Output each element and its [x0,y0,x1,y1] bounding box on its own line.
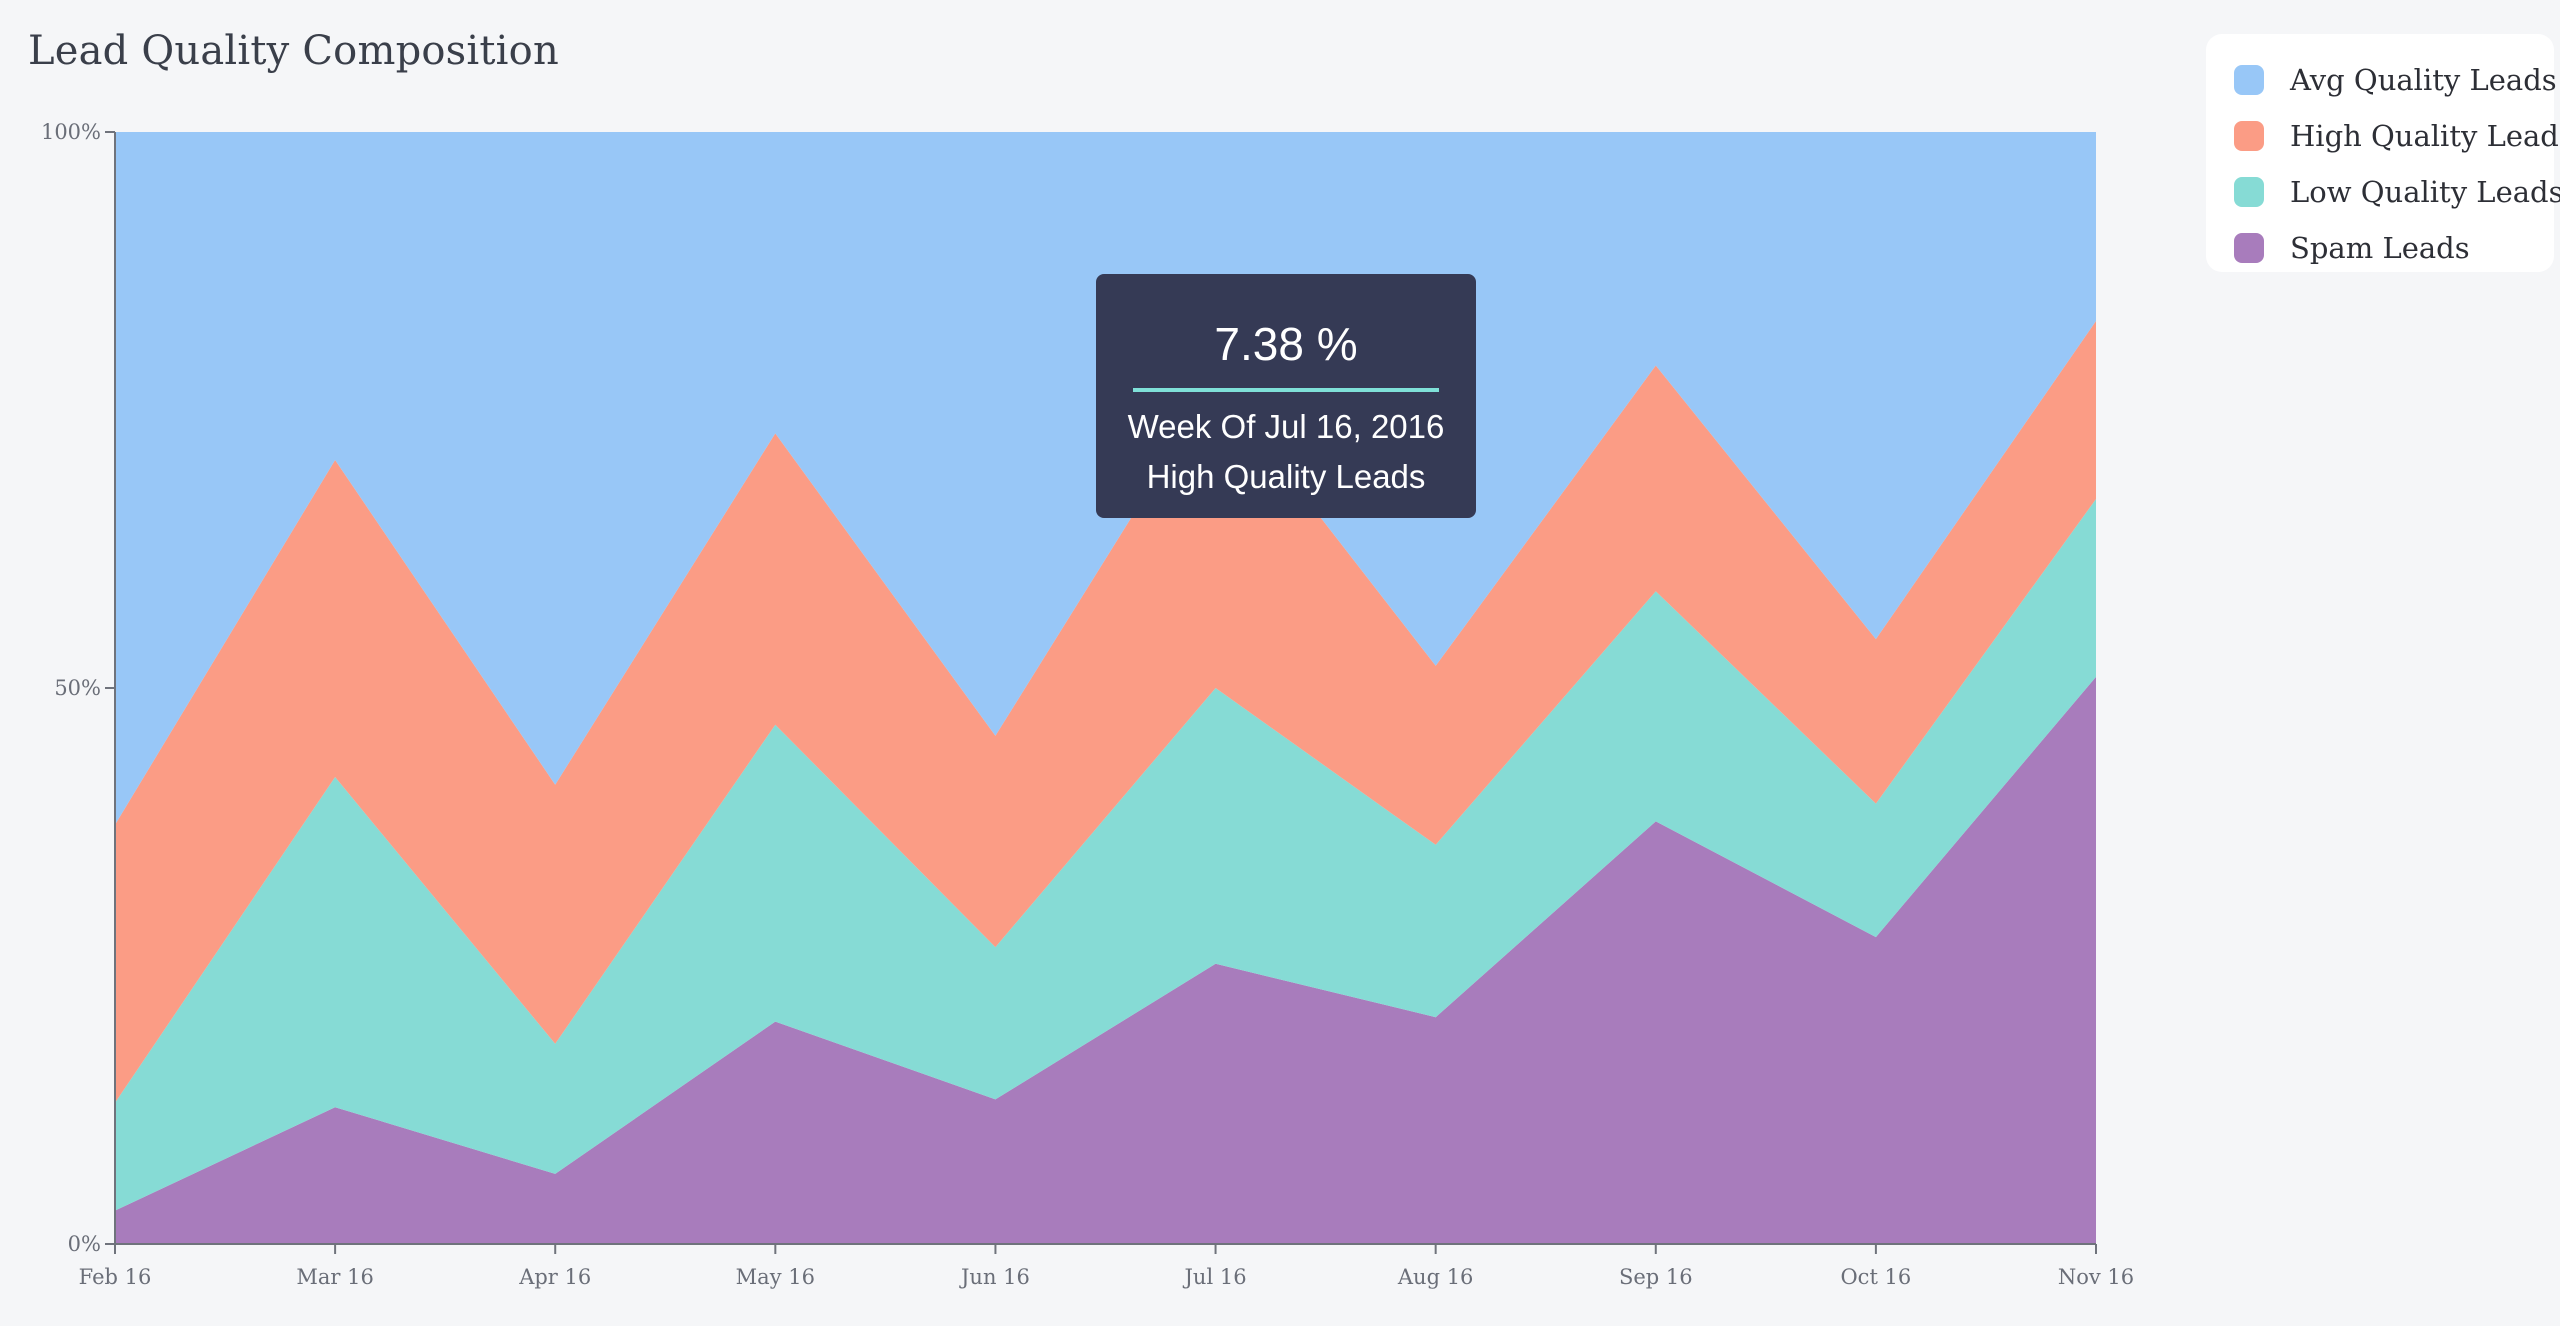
y-tick-label: 0% [68,1232,101,1256]
legend-swatch-high-quality [2234,121,2264,151]
x-tick-label: Feb 16 [79,1265,152,1289]
legend: Avg Quality Leads High Quality Leads Low… [2206,34,2560,272]
tooltip-date: Week Of Jul 16, 2016 [1127,408,1445,445]
x-tick-label: May 16 [736,1265,815,1289]
legend-label: Spam Leads [2290,231,2470,265]
x-tick-label: Nov 16 [2058,1265,2134,1289]
legend-label: Low Quality Leads [2290,175,2560,209]
tooltip: 7.38 % Week Of Jul 16, 2016 High Quality… [1096,274,1476,518]
chart-stage: Lead Quality Composition 0% 50% 100% Feb 16… [0,0,2560,1326]
y-tick-label: 50% [54,676,101,700]
legend-swatch-avg-quality [2234,65,2264,95]
x-tick-label: Jul 16 [1183,1265,1247,1289]
x-tick-label: Mar 16 [296,1265,373,1289]
legend-label: Avg Quality Leads [2290,63,2557,97]
x-tick-label: Sep 16 [1619,1265,1693,1289]
x-tick-label: Apr 16 [518,1265,591,1289]
y-tick-label: 100% [41,120,101,144]
tooltip-value: 7.38 % [1214,318,1358,370]
legend-swatch-low-quality [2234,177,2264,207]
tooltip-divider [1133,388,1439,392]
legend-swatch-spam [2234,233,2264,263]
stacked-area-chart: 0% 50% 100% Feb 16 Mar 16 Apr 16 May 16 Jun 16 J… [41,120,2134,1289]
x-tick-label: Aug 16 [1397,1265,1474,1289]
x-tick-label: Oct 16 [1840,1265,1911,1289]
legend-item-avg-quality[interactable]: Avg Quality Leads [2234,52,2557,108]
legend-label: High Quality Leads [2290,119,2560,153]
legend-item-spam[interactable]: Spam Leads [2234,220,2554,276]
tooltip-series: High Quality Leads [1146,458,1426,495]
x-tick-label: Jun 16 [959,1265,1030,1289]
legend-item-low-quality[interactable]: Low Quality Leads [2234,164,2560,220]
legend-item-high-quality[interactable]: High Quality Leads [2234,108,2560,164]
